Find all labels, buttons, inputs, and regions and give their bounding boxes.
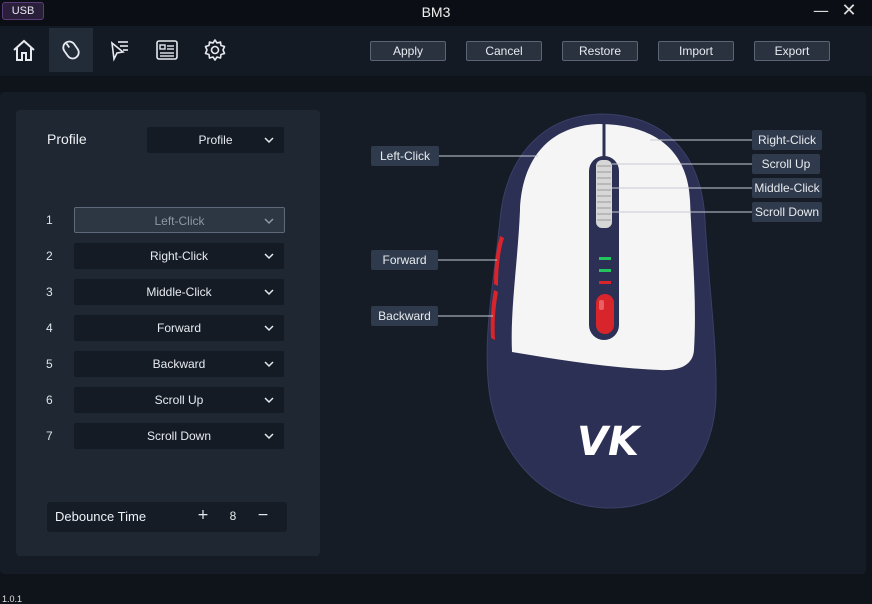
scroll-down-label[interactable]: Scroll Down xyxy=(752,202,822,222)
backward-label[interactable]: Backward xyxy=(371,306,438,326)
middle-click-label[interactable]: Middle-Click xyxy=(752,178,822,198)
right-click-label[interactable]: Right-Click xyxy=(752,130,822,150)
mouse-logo-text: VK xyxy=(577,419,642,465)
dpi-button xyxy=(596,294,614,334)
dpi-led xyxy=(599,269,611,272)
forward-label[interactable]: Forward xyxy=(371,250,438,270)
left-click-label[interactable]: Left-Click xyxy=(371,146,439,166)
version-text: 1.0.1 xyxy=(2,594,23,604)
scroll-up-label[interactable]: Scroll Up xyxy=(752,154,820,174)
mouse-scroll-wheel xyxy=(596,160,612,228)
dpi-led xyxy=(599,257,611,260)
mouse-illustration: VK xyxy=(438,113,752,509)
dpi-led xyxy=(599,281,611,284)
